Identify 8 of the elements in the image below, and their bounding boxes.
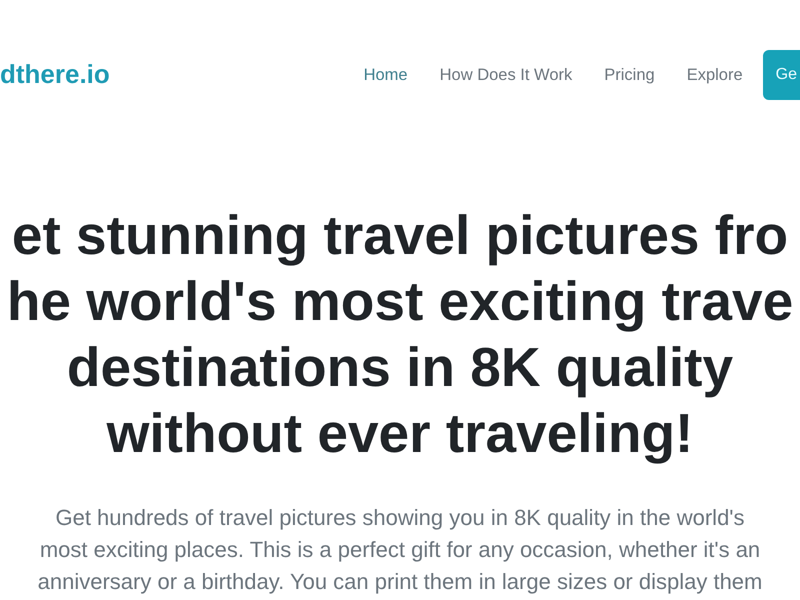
- nav-link[interactable]: Home: [364, 66, 408, 84]
- logo-text[interactable]: dthere.io: [0, 58, 110, 90]
- nav-link[interactable]: Explore: [686, 66, 743, 84]
- hero-description: Get hundreds of travel pictures showing you in 8K quality in the world's most exciting places. This is a perfect gift for any occasion, whether it's an anniversary or a birthday. You can print them in large sizes or display them: [38, 504, 762, 596]
- nav-link[interactable]: Pricing: [604, 66, 655, 84]
- nav-link[interactable]: How Does It Work: [440, 66, 572, 84]
- hero-headline: et stunning travel pictures fro he world's most exciting trave destinations in 8K quality without ever traveling!: [6, 203, 794, 466]
- cta-button[interactable]: Ge: [762, 50, 800, 100]
